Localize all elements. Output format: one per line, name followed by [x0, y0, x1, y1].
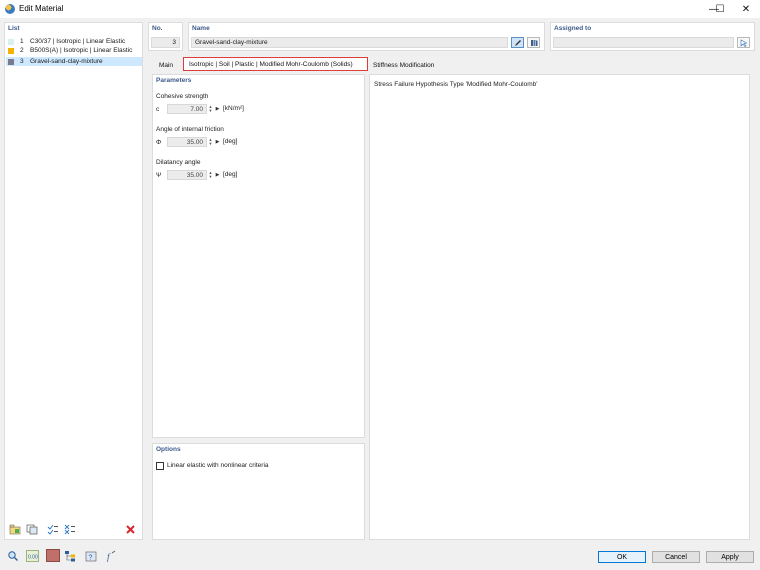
help-icon: ?	[85, 551, 97, 561]
linear-elastic-checkbox[interactable]	[156, 462, 164, 470]
pick-cursor-icon	[740, 38, 747, 47]
list-item-label: B500S(A) | Isotropic | Linear Elastic	[30, 47, 133, 54]
assigned-label: Assigned to	[554, 25, 592, 32]
parameters-title: Parameters	[156, 77, 192, 84]
help-button[interactable]: ?	[84, 549, 98, 562]
uncheck-list-icon	[64, 524, 75, 535]
friction-spinner[interactable]: ▲ ▼	[207, 137, 214, 147]
pencil-icon	[514, 39, 521, 46]
search-icon	[8, 550, 18, 561]
material-color-swatch	[8, 58, 14, 65]
tab-stiffness-modification[interactable]: Stiffness Modification	[368, 59, 439, 71]
dilatancy-unit: [deg]	[223, 171, 238, 178]
info-panel	[369, 74, 750, 540]
cohesive-unit: [kN/m²]	[223, 105, 244, 112]
cohesive-strength-label: Cohesive strength	[156, 93, 209, 100]
dilatancy-spinner[interactable]: ▲ ▼	[207, 170, 214, 180]
search-button[interactable]	[6, 549, 20, 562]
list-item-label: C30/37 | Isotropic | Linear Elastic	[30, 38, 126, 45]
svg-text:f: f	[107, 552, 111, 562]
units-button[interactable]: 0.00	[25, 549, 39, 562]
svg-text:0.00: 0.00	[28, 554, 38, 560]
list-item-number: 3	[20, 58, 24, 65]
uncheck-all-button[interactable]	[63, 523, 77, 536]
tree-icon	[65, 550, 75, 561]
cohesive-strength-input[interactable]: 7.00	[167, 104, 207, 114]
list-item[interactable]: 1 C30/37 | Isotropic | Linear Elastic	[6, 37, 142, 46]
dilatancy-symbol: Ψ	[156, 172, 162, 179]
friction-menu-button[interactable]: ▶	[214, 137, 221, 147]
copy-material-button[interactable]	[25, 523, 39, 536]
number-field[interactable]: 3	[151, 37, 180, 48]
material-color-swatch	[8, 47, 14, 54]
delete-icon	[125, 525, 135, 534]
close-button[interactable]: ✕	[732, 0, 760, 18]
friction-angle-input[interactable]: 35.00	[167, 137, 207, 147]
cohesive-spinner[interactable]: ▲ ▼	[207, 104, 214, 114]
spin-down-icon: ▼	[208, 108, 213, 113]
dilatancy-angle-label: Dilatancy angle	[156, 159, 201, 166]
copy-icon	[26, 524, 38, 535]
list-item-number: 1	[20, 38, 24, 45]
material-color-swatch	[8, 38, 14, 45]
material-list-panel	[4, 22, 143, 540]
list-item-number: 2	[20, 47, 24, 54]
book-icon	[530, 39, 537, 46]
maximize-button[interactable]: ☐	[706, 0, 734, 18]
check-list-icon	[47, 524, 58, 535]
new-folder-icon	[9, 524, 21, 535]
cohesive-symbol: c	[156, 106, 160, 113]
spin-down-icon: ▼	[208, 141, 213, 146]
new-material-button[interactable]	[8, 523, 22, 536]
list-header: List	[8, 25, 20, 32]
formula-button[interactable]: f	[104, 549, 118, 562]
number-label: No.	[152, 25, 163, 32]
name-label: Name	[192, 25, 210, 32]
name-input[interactable]: Gravel-sand-clay-mixture	[191, 37, 508, 48]
friction-symbol: Φ	[156, 139, 162, 146]
linear-elastic-label: Linear elastic with nonlinear criteria	[167, 462, 269, 469]
tree-view-button[interactable]	[63, 549, 77, 562]
units-icon: 0.00	[25, 549, 39, 562]
window-title: Edit Material	[19, 4, 64, 13]
failure-hypothesis-text: Stress Failure Hypothesis Type 'Modified…	[374, 81, 538, 88]
options-panel	[152, 443, 365, 540]
cohesive-menu-button[interactable]: ▶	[214, 104, 221, 114]
edit-name-button[interactable]	[511, 37, 524, 48]
friction-unit: [deg]	[223, 138, 238, 145]
ok-button[interactable]: OK	[598, 551, 646, 563]
svg-text:?: ?	[89, 554, 93, 561]
title-bar: Edit Material — ☐ ✕	[0, 0, 760, 18]
library-button[interactable]	[527, 37, 540, 48]
cancel-button[interactable]: Cancel	[652, 551, 700, 563]
assigned-field[interactable]	[553, 37, 734, 48]
spin-down-icon: ▼	[208, 174, 213, 179]
list-item-label: Gravel-sand-clay-mixture	[30, 58, 103, 65]
tab-main[interactable]: Main	[150, 59, 182, 71]
color-picker-button[interactable]	[46, 549, 60, 562]
list-item[interactable]: 3 Gravel-sand-clay-mixture	[6, 57, 142, 66]
friction-angle-label: Angle of internal friction	[156, 126, 224, 133]
delete-material-button[interactable]	[123, 523, 137, 536]
tab-modified-mohr-coulomb[interactable]: Isotropic | Soil | Plastic | Modified Mo…	[183, 57, 368, 71]
options-title: Options	[156, 446, 181, 453]
apply-button[interactable]: Apply	[706, 551, 754, 563]
dilatancy-angle-input[interactable]: 35.00	[167, 170, 207, 180]
list-item[interactable]: 2 B500S(A) | Isotropic | Linear Elastic	[6, 46, 142, 55]
select-assignment-button[interactable]	[737, 37, 750, 48]
app-icon	[5, 4, 15, 14]
function-icon: f	[107, 550, 116, 562]
dilatancy-menu-button[interactable]: ▶	[214, 170, 221, 180]
check-all-button[interactable]	[46, 523, 60, 536]
